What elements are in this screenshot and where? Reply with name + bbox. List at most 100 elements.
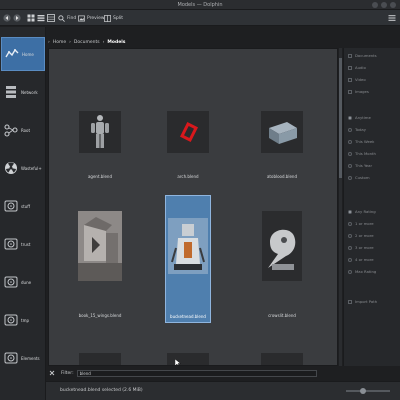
details-view-button[interactable] <box>47 13 55 23</box>
radio-button[interactable] <box>348 127 352 132</box>
checkbox[interactable] <box>348 53 352 58</box>
file-thumbnail <box>79 353 121 365</box>
file-item-partial[interactable] <box>259 351 305 365</box>
scrollbar-thumb[interactable] <box>339 58 342 178</box>
place-label: tmp <box>21 317 30 323</box>
split-icon <box>104 14 111 22</box>
file-item[interactable]: arch.blend <box>165 49 211 189</box>
radio-button[interactable] <box>348 209 352 214</box>
filter-rating-any[interactable]: Any Rating <box>348 208 376 215</box>
radio-button[interactable] <box>348 139 352 144</box>
file-thumbnail <box>167 111 209 153</box>
filter-date-month[interactable]: This Month <box>348 150 376 157</box>
breadcrumb-home[interactable]: Home <box>53 40 66 45</box>
radio-button[interactable] <box>348 163 352 168</box>
harddrive-icon <box>4 199 18 213</box>
breadcrumb: › Home › Documents › Models <box>48 38 125 46</box>
file-item[interactable]: crowslit.blend <box>259 197 305 357</box>
maximize-button[interactable] <box>381 2 387 8</box>
forward-button[interactable] <box>13 13 21 23</box>
filter-type-documents[interactable]: Documents <box>348 52 377 59</box>
filter-type-audio[interactable]: Audio <box>348 64 366 71</box>
place-home[interactable]: Home <box>1 37 45 71</box>
radio-button[interactable] <box>348 257 352 262</box>
place-network[interactable]: Network <box>1 75 45 109</box>
vertical-scrollbar[interactable] <box>339 48 342 366</box>
filter-import-path[interactable]: Import Path <box>348 298 377 305</box>
place-label: dune <box>21 279 32 285</box>
toolbar: Find Preview Split <box>0 10 400 26</box>
compact-view-icon <box>37 15 45 22</box>
filter-rating-2[interactable]: 2 or more <box>348 232 374 239</box>
radio-button[interactable] <box>348 245 352 250</box>
radio-button[interactable] <box>348 115 352 120</box>
split-button[interactable]: Split <box>104 13 123 23</box>
find-label: Find <box>67 15 77 21</box>
file-thumbnail <box>79 111 121 153</box>
checkbox[interactable] <box>348 77 352 82</box>
filter-type-images[interactable]: Images <box>348 88 369 95</box>
filter-rating-max[interactable]: Max Rating <box>348 268 376 275</box>
radio-button[interactable] <box>348 269 352 274</box>
title-bar: Models — Dolphin <box>0 0 400 10</box>
filter-label: Filter: <box>61 370 74 376</box>
place-dune[interactable]: dune <box>1 265 45 299</box>
checkbox[interactable] <box>348 65 352 70</box>
file-name: bucketnead.blend <box>170 314 206 319</box>
filter-rating-1[interactable]: 1 or more <box>348 220 374 227</box>
radio-button[interactable] <box>348 221 352 226</box>
file-item[interactable]: agent.blend <box>77 49 123 189</box>
zoom-slider-handle[interactable] <box>360 388 366 394</box>
place-label: Home <box>22 51 34 57</box>
filter-date-week[interactable]: This Week <box>348 138 374 145</box>
place-trust[interactable]: trust <box>1 227 45 261</box>
find-button[interactable]: Find <box>58 13 76 23</box>
preview-icon <box>78 15 85 21</box>
place-label: trust <box>21 241 31 247</box>
radio-button[interactable] <box>348 233 352 238</box>
file-item-partial[interactable] <box>77 351 123 365</box>
place-wasteful[interactable]: Wasteful+ <box>1 151 45 185</box>
filter-type-video[interactable]: Video <box>348 76 366 83</box>
filter-rating-4[interactable]: 4 or more <box>348 256 374 263</box>
minimize-button[interactable] <box>372 2 378 8</box>
filter-input[interactable]: blend <box>76 369 317 377</box>
file-item-selected[interactable]: bucketnead.blend <box>165 195 211 323</box>
place-label: stuff <box>21 203 30 209</box>
close-button[interactable] <box>390 2 396 8</box>
radio-button[interactable] <box>348 151 352 156</box>
compact-view-button[interactable] <box>37 13 45 23</box>
file-thumbnail <box>262 211 302 281</box>
file-thumbnail <box>78 211 122 281</box>
filter-date-year[interactable]: This Year <box>348 162 372 169</box>
file-item[interactable]: book_15_wings.blend <box>77 197 123 357</box>
file-name: arch.blend <box>177 174 199 179</box>
place-elements[interactable]: Elements <box>1 341 45 375</box>
file-item[interactable]: atoblood.blend <box>259 49 305 189</box>
place-stuff[interactable]: stuff <box>1 189 45 223</box>
file-item-partial[interactable] <box>165 351 211 365</box>
back-button[interactable] <box>3 13 11 23</box>
menu-button[interactable] <box>388 13 396 23</box>
filter-date-anytime[interactable]: Anytime <box>348 114 371 121</box>
preview-button[interactable]: Preview <box>78 13 105 23</box>
hamburger-menu-icon <box>388 15 396 21</box>
filter-date-custom[interactable]: Custom <box>348 174 370 181</box>
breadcrumb-documents[interactable]: Documents <box>74 40 100 45</box>
filter-date-today[interactable]: Today <box>348 126 366 133</box>
place-label: Elements <box>21 355 40 361</box>
back-arrow-icon <box>3 14 11 22</box>
filter-rating-3[interactable]: 3 or more <box>348 244 374 251</box>
radio-button[interactable] <box>348 175 352 180</box>
harddrive-icon <box>4 351 18 365</box>
breadcrumb-current[interactable]: Models <box>107 40 125 45</box>
icons-view-button[interactable] <box>27 13 35 23</box>
breadcrumb-chevron-icon: › <box>69 39 71 45</box>
close-filter-icon[interactable] <box>49 370 55 376</box>
checkbox[interactable] <box>348 89 352 94</box>
checkbox[interactable] <box>348 299 352 304</box>
zoom-slider[interactable] <box>346 388 390 394</box>
breadcrumb-chevron-icon: › <box>48 39 50 45</box>
place-tmp[interactable]: tmp <box>1 303 45 337</box>
place-root[interactable]: Root <box>1 113 45 147</box>
